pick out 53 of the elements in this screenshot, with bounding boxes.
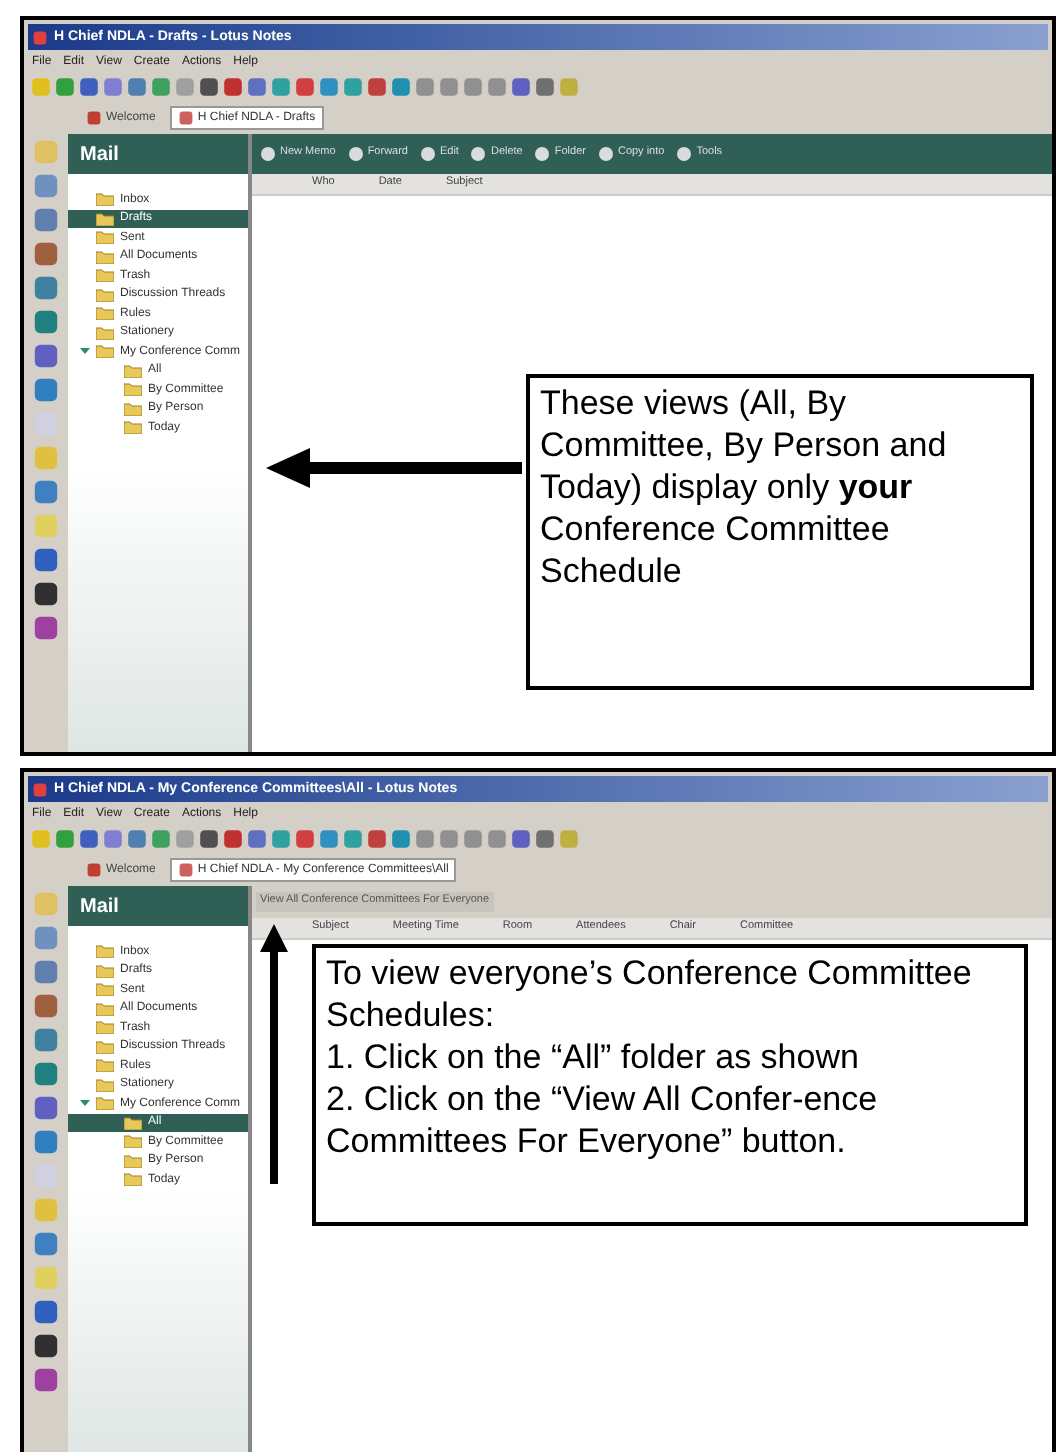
toolbar-icon[interactable]: [222, 828, 244, 850]
launcher-icon[interactable]: [32, 614, 60, 642]
callout-text: 2. Click on the “View All Confer-ence Committees For Everyone” button.: [326, 1078, 880, 1162]
circle-icon: [347, 146, 364, 162]
circle-icon: [597, 146, 614, 162]
toolbar-icon[interactable]: [366, 76, 388, 98]
toolbar-icon[interactable]: [366, 828, 388, 850]
toolbar-icon[interactable]: [222, 76, 244, 98]
toolbar-icon[interactable]: [318, 76, 340, 98]
tab-icon: [177, 110, 194, 126]
toolbar-icon[interactable]: [534, 76, 556, 98]
callout-text: To view everyone’s Conference Committee Schedules:: [326, 952, 974, 1036]
toolbar-icon[interactable]: [198, 828, 220, 850]
toolbar-icon[interactable]: [294, 76, 316, 98]
expand-triangle-icon[interactable]: [80, 346, 90, 357]
toolbar-icon[interactable]: [390, 76, 412, 98]
nav-title: Mail: [68, 886, 248, 926]
circle-icon: [676, 146, 693, 162]
launcher-icon[interactable]: [32, 1332, 60, 1360]
toolbar-icon[interactable]: [78, 828, 100, 850]
toolbar-icon[interactable]: [78, 76, 100, 98]
toolbar-icon[interactable]: [54, 828, 76, 850]
toolbar-icon[interactable]: [390, 828, 412, 850]
app-icon: [32, 781, 48, 797]
circle-icon: [260, 146, 276, 162]
toolbar-icon[interactable]: [510, 76, 532, 98]
callout-text: 1. Click on the “All” folder as shown: [326, 1036, 861, 1078]
nav-title: Mail: [68, 134, 248, 174]
toolbar-icon[interactable]: [102, 76, 124, 98]
toolbar-icon[interactable]: [246, 828, 268, 850]
toolbar-icon[interactable]: [54, 76, 76, 98]
launcher-icon[interactable]: [32, 580, 60, 608]
toolbar-icon[interactable]: [534, 828, 556, 850]
launcher-icon[interactable]: [32, 1366, 60, 1394]
toolbar-icon[interactable]: [318, 828, 340, 850]
launcher-icon[interactable]: [32, 1298, 60, 1326]
toolbar-icon[interactable]: [198, 76, 220, 98]
circle-icon: [534, 146, 551, 162]
toolbar-icon[interactable]: [510, 828, 532, 850]
tab-icon: [177, 862, 194, 878]
toolbar-icon[interactable]: [246, 76, 268, 98]
circle-icon: [419, 146, 436, 162]
app-icon: [32, 29, 48, 45]
toolbar-icon[interactable]: [126, 828, 148, 850]
launcher-icon[interactable]: [32, 546, 60, 574]
toolbar-icon[interactable]: [102, 828, 124, 850]
circle-icon: [470, 146, 487, 162]
tab-icon: [86, 862, 102, 878]
expand-triangle-icon[interactable]: [80, 1098, 90, 1109]
toolbar-icon[interactable]: [294, 828, 316, 850]
tab-icon: [86, 110, 102, 126]
callout-text: These views (All, By Committee, By Person and Today) display only your Conference Committee Schedule: [540, 382, 949, 592]
toolbar-icon[interactable]: [126, 76, 148, 98]
